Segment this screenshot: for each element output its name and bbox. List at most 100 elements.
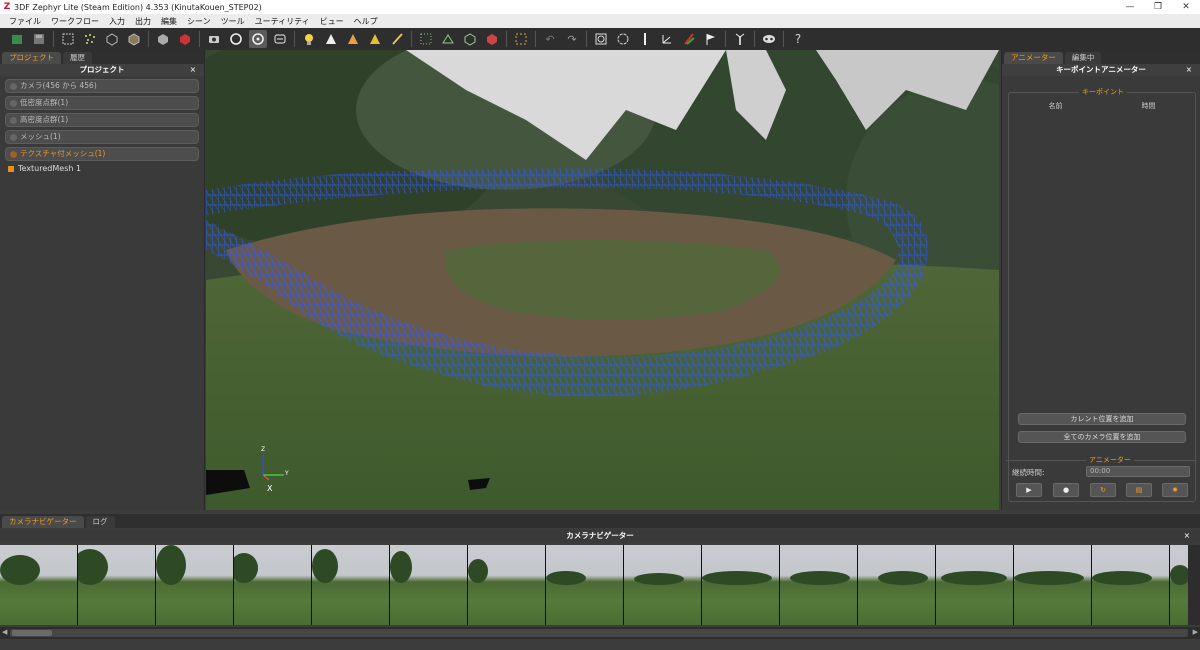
project-new-icon[interactable] — [8, 30, 26, 48]
column-name[interactable]: 名前 — [1009, 101, 1102, 111]
group-label: カメラ(456 から 456) — [20, 81, 97, 90]
menu-tools[interactable]: ツール — [216, 16, 250, 27]
axis-icon[interactable] — [658, 30, 676, 48]
camera-thumbnail[interactable] — [624, 545, 702, 625]
rotate-icon[interactable] — [227, 30, 245, 48]
bottom-tabs: カメラナビゲーター ログ — [0, 514, 1200, 528]
camera-thumbnail-strip — [0, 545, 1200, 625]
help-icon[interactable]: ? — [789, 30, 807, 48]
tab-camera-navigator[interactable]: カメラナビゲーター — [2, 516, 84, 528]
tab-log[interactable]: ログ — [85, 516, 115, 528]
scroll-track[interactable] — [10, 629, 1188, 637]
crop-icon[interactable] — [512, 30, 530, 48]
select-icon[interactable] — [59, 30, 77, 48]
record-icon: ● — [1062, 486, 1070, 494]
close-icon[interactable]: × — [1186, 64, 1192, 76]
camera-icon[interactable] — [205, 30, 223, 48]
menu-help[interactable]: ヘルプ — [349, 16, 383, 27]
menu-utilities[interactable]: ユーティリティ — [250, 16, 315, 27]
group-mesh[interactable]: メッシュ(1) — [5, 130, 199, 144]
camera-thumbnail[interactable] — [468, 545, 546, 625]
window-controls: — ❐ ✕ — [1116, 0, 1200, 14]
orbit-icon[interactable] — [249, 30, 267, 48]
mask-icon[interactable] — [760, 30, 778, 48]
column-time[interactable]: 時間 — [1102, 101, 1195, 111]
close-icon[interactable]: × — [190, 64, 196, 76]
camera-thumbnail[interactable] — [858, 545, 936, 625]
cube-solid-icon[interactable] — [125, 30, 143, 48]
object-icon[interactable] — [154, 30, 172, 48]
camera-thumbnail[interactable] — [702, 545, 780, 625]
reference-icon[interactable] — [680, 30, 698, 48]
flag-icon[interactable] — [702, 30, 720, 48]
minimize-button[interactable]: — — [1116, 0, 1144, 14]
duration-input[interactable]: 00:00 — [1086, 466, 1190, 477]
camera-thumbnail[interactable] — [78, 545, 156, 625]
tab-history[interactable]: 履歴 — [63, 52, 92, 64]
light-icon[interactable] — [300, 30, 318, 48]
settings-button[interactable]: ✹ — [1162, 483, 1188, 497]
menu-scene[interactable]: シーン — [182, 16, 216, 27]
group-textured-mesh[interactable]: テクスチャ付メッシュ(1) — [5, 147, 199, 161]
menu-file[interactable]: ファイル — [4, 16, 46, 27]
menu-import[interactable]: 入力 — [104, 16, 130, 27]
camera-thumbnail[interactable] — [1014, 545, 1092, 625]
box-icon[interactable] — [461, 30, 479, 48]
pan-icon[interactable] — [271, 30, 289, 48]
camera-thumbnail[interactable] — [234, 545, 312, 625]
object-red-icon[interactable] — [176, 30, 194, 48]
undo-icon[interactable]: ↶ — [541, 30, 559, 48]
triangle-color-icon[interactable] — [344, 30, 362, 48]
thumbnail-vertical-scrollbar[interactable] — [1188, 545, 1200, 625]
tab-animator[interactable]: アニメーター — [1004, 52, 1063, 64]
maximize-button[interactable]: ❐ — [1144, 0, 1172, 14]
camera-thumbnail[interactable] — [0, 545, 78, 625]
cube-icon[interactable] — [103, 30, 121, 48]
points-select-icon[interactable] — [417, 30, 435, 48]
add-current-position-button[interactable]: カレント位置を追加 — [1018, 413, 1186, 425]
close-button[interactable]: ✕ — [1172, 0, 1200, 14]
scroll-right-icon[interactable]: ▶ — [1193, 628, 1198, 636]
3d-viewport[interactable]: Z Y X — [206, 50, 999, 510]
redo-icon[interactable]: ↷ — [563, 30, 581, 48]
scroll-left-icon[interactable]: ◀ — [2, 628, 7, 636]
triangle-yellow-icon[interactable] — [366, 30, 384, 48]
camera-thumbnail[interactable] — [390, 545, 468, 625]
play-button[interactable]: ▶ — [1016, 483, 1042, 497]
mesh-icon[interactable] — [439, 30, 457, 48]
group-sparse-cloud[interactable]: 低密度点群(1) — [5, 96, 199, 110]
group-dense-cloud[interactable]: 高密度点群(1) — [5, 113, 199, 127]
list-item-textured-mesh[interactable]: TexturedMesh 1 — [8, 164, 204, 173]
brush-icon[interactable] — [388, 30, 406, 48]
menu-export[interactable]: 出力 — [130, 16, 156, 27]
camera-thumbnail[interactable] — [312, 545, 390, 625]
camera-thumbnail[interactable] — [156, 545, 234, 625]
circle-icon[interactable] — [614, 30, 632, 48]
main-toolbar: ↶ ↷ ? — [0, 28, 1200, 50]
box-red-icon[interactable] — [483, 30, 501, 48]
camera-thumbnail[interactable] — [1092, 545, 1170, 625]
add-all-cameras-button[interactable]: 全てのカメラ位置を追加 — [1018, 431, 1186, 443]
tab-project[interactable]: プロジェクト — [2, 52, 61, 64]
camera-thumbnail[interactable] — [780, 545, 858, 625]
save-icon[interactable] — [30, 30, 48, 48]
transform-icon[interactable] — [592, 30, 610, 48]
tab-editing[interactable]: 編集中 — [1064, 52, 1102, 64]
scroll-thumb[interactable] — [12, 630, 52, 636]
textured-mesh-group-icon — [10, 150, 17, 158]
points-icon[interactable] — [81, 30, 99, 48]
camera-thumbnail[interactable] — [546, 545, 624, 625]
tool-icon[interactable] — [731, 30, 749, 48]
measure-icon[interactable] — [636, 30, 654, 48]
film-button[interactable]: ▤ — [1126, 483, 1152, 497]
close-icon[interactable]: × — [1184, 529, 1190, 543]
record-button[interactable]: ● — [1053, 483, 1079, 497]
menu-edit[interactable]: 編集 — [156, 16, 182, 27]
triangle-icon[interactable] — [322, 30, 340, 48]
menu-view[interactable]: ビュー — [315, 16, 349, 27]
loop-button[interactable]: ↻ — [1090, 483, 1116, 497]
group-cameras[interactable]: カメラ(456 から 456) — [5, 79, 199, 93]
thumbnail-horizontal-scrollbar[interactable]: ◀ ▶ — [0, 627, 1200, 639]
menu-workflow[interactable]: ワークフロー — [46, 16, 104, 27]
camera-thumbnail[interactable] — [936, 545, 1014, 625]
